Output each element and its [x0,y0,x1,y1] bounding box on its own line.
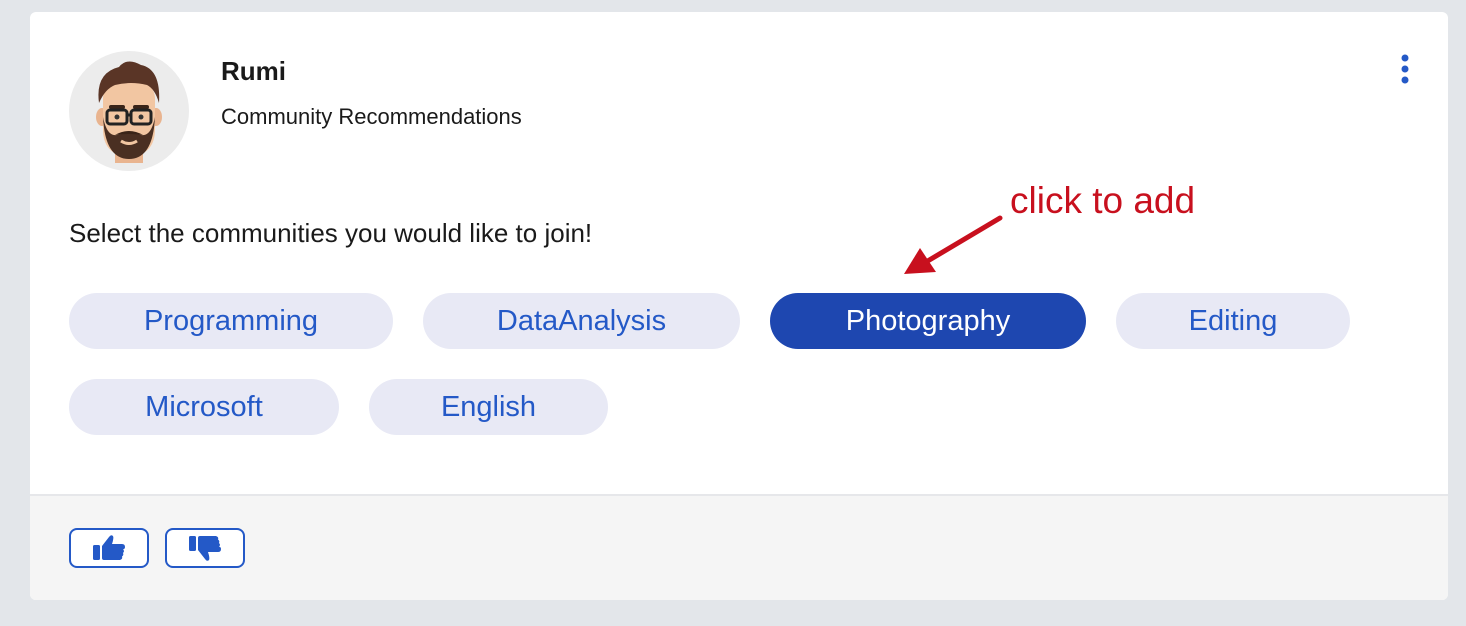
bearded-man-avatar-icon [96,61,162,163]
card-footer [30,494,1448,600]
thumbs-up-icon [93,535,125,560]
community-chip-photography[interactable]: Photography [770,293,1086,349]
join-prompt: Select the communities you would like to… [69,218,593,248]
author-name: Rumi [221,56,286,86]
more-vertical-icon [1401,54,1409,84]
community-chip-microsoft[interactable]: Microsoft [69,379,339,435]
post-subtitle: Community Recommendations [221,104,522,129]
more-options-button[interactable] [1390,50,1420,90]
thumbs-down-button[interactable] [165,528,245,568]
community-chip-english[interactable]: English [369,379,608,435]
avatar [69,51,189,171]
community-chip-programming[interactable]: Programming [69,293,393,349]
thumbs-up-button[interactable] [69,528,149,568]
thumbs-down-icon [189,536,221,561]
community-chip-editing[interactable]: Editing [1116,293,1350,349]
annotation-arrow-icon [904,215,1003,274]
recommendation-card: Rumi Community Recommendations click to … [30,12,1448,600]
community-chip-dataanalysis[interactable]: DataAnalysis [423,293,740,349]
